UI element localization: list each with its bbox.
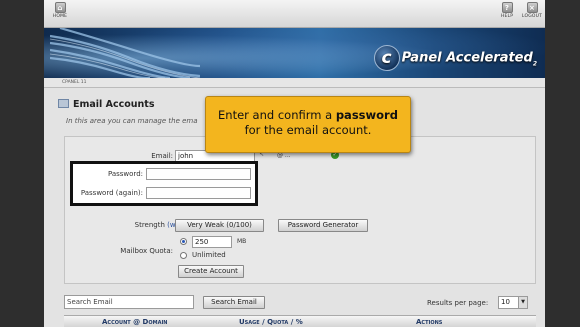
home-icon: ⌂	[54, 2, 66, 13]
password-field[interactable]	[146, 168, 251, 180]
quota-input[interactable]: 250	[192, 236, 232, 248]
page-intro-text: In this area you can manage the ema	[66, 117, 198, 125]
tutorial-callout: Enter and confirm a password for the ema…	[205, 96, 411, 153]
cpanel-logo-text: Panel Accelerated	[401, 50, 533, 66]
page-title: Email Accounts	[58, 99, 154, 110]
password-highlight-box: Password: Password (again):	[70, 161, 258, 206]
breadcrumb: CPANEL 11	[44, 78, 545, 88]
results-per-page-value: 10	[501, 298, 510, 306]
top-toolbar: ⌂ HOME ? HELP × LOGOUT	[44, 0, 545, 28]
help-icon: ?	[501, 2, 513, 13]
header-banner: c Panel Accelerated2	[44, 28, 545, 78]
callout-line-1: Enter and confirm a password	[218, 108, 398, 122]
cpanel-logo: c Panel Accelerated2	[373, 45, 537, 71]
password-generator-button[interactable]: Password Generator	[278, 219, 368, 232]
search-email-input[interactable]: Search Email	[64, 295, 194, 309]
accounts-table-header: Account @ Domain Usage / Quota / % Actio…	[64, 315, 536, 327]
page-title-text: Email Accounts	[73, 99, 155, 110]
logout-label: LOGOUT	[521, 14, 543, 19]
column-account-domain[interactable]: Account @ Domain	[102, 318, 168, 326]
email-label: Email:	[151, 152, 173, 160]
password-label: Password:	[107, 170, 143, 178]
results-per-page-select[interactable]: 10 ▼	[498, 296, 528, 309]
email-accounts-icon	[58, 99, 69, 108]
column-actions: Actions	[416, 318, 443, 326]
password-again-field[interactable]	[146, 187, 251, 199]
unlimited-radio[interactable]	[180, 252, 187, 259]
quota-value-radio[interactable]	[180, 238, 187, 245]
chevron-down-icon: ▼	[518, 297, 527, 308]
unlimited-label: Unlimited	[192, 251, 226, 259]
mailbox-quota-label: Mailbox Quota:	[120, 247, 173, 255]
results-per-page-label: Results per page:	[427, 299, 489, 307]
cpanel-logo-version: 2	[532, 60, 537, 68]
create-account-button[interactable]: Create Account	[178, 265, 244, 278]
logout-icon: ×	[526, 2, 538, 13]
domain-select[interactable]: @ ...	[277, 152, 291, 159]
callout-line-2: for the email account.	[244, 123, 372, 137]
callout-bold-word: password	[335, 108, 398, 122]
password-again-label: Password (again):	[80, 189, 143, 197]
breadcrumb-cpanel-link[interactable]: CPANEL 11	[62, 80, 87, 85]
logout-button[interactable]: × LOGOUT	[518, 2, 545, 19]
banner-cables-graphic	[50, 28, 200, 78]
help-label: HELP	[500, 14, 514, 19]
add-account-form: Email: john ↖ @ ... ✓ Strength (why?): V…	[64, 136, 536, 284]
home-button[interactable]: ⌂ HOME	[46, 2, 74, 19]
cpanel-logo-mark: c	[373, 45, 400, 71]
column-usage-quota[interactable]: Usage / Quota / %	[239, 318, 303, 326]
home-label: HOME	[52, 14, 68, 19]
search-email-button[interactable]: Search Email	[203, 296, 265, 309]
quota-unit: MB	[237, 238, 247, 245]
help-button[interactable]: ? HELP	[493, 2, 521, 19]
strength-meter: Very Weak (0/100)	[175, 219, 264, 232]
